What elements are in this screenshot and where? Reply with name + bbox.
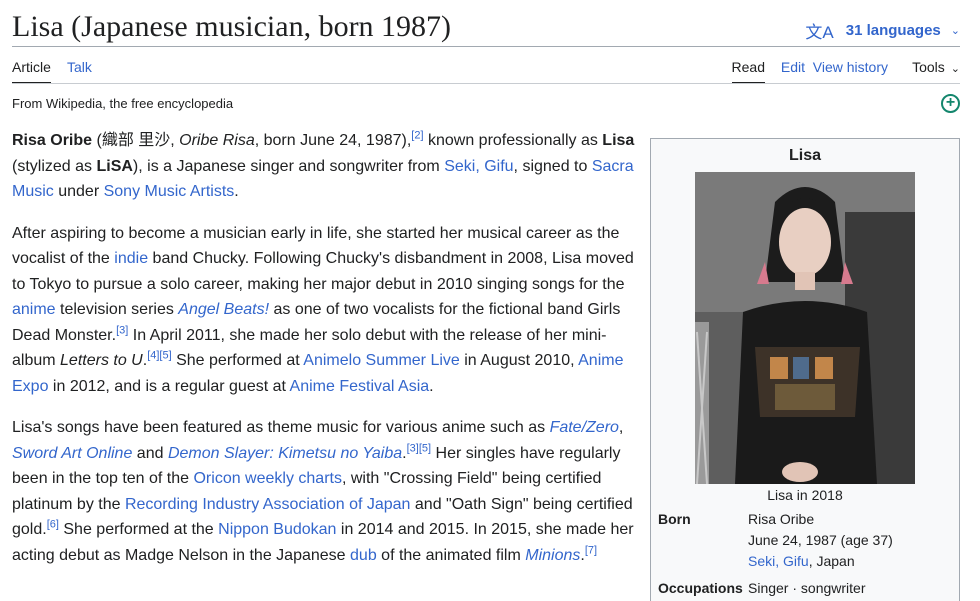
infobox-caption: Lisa in 2018 bbox=[767, 487, 843, 503]
text: She performed at bbox=[171, 352, 304, 369]
citation-link[interactable]: [3] bbox=[116, 324, 128, 336]
tagline: From Wikipedia, the free encyclopedia bbox=[12, 96, 234, 111]
link-sony-music-artists[interactable]: Sony Music Artists bbox=[104, 183, 235, 200]
title-row: Lisa (Japanese musician, born 1987) 文A 3… bbox=[12, 6, 960, 46]
text: , Japan bbox=[808, 553, 855, 569]
text: She performed at the bbox=[58, 521, 219, 538]
link-fate-zero[interactable]: Fate/Zero bbox=[550, 419, 619, 436]
translate-icon: 文A bbox=[805, 23, 834, 42]
citation-link[interactable]: [2] bbox=[411, 130, 423, 142]
page-title: Lisa (Japanese musician, born 1987) bbox=[12, 10, 452, 43]
link-nippon-budokan[interactable]: Nippon Budokan bbox=[218, 521, 336, 538]
text: , signed to bbox=[513, 157, 592, 175]
text: . bbox=[234, 183, 239, 200]
tab-tools[interactable]: Tools ⌄ bbox=[912, 59, 960, 75]
stylized-name: LiSA bbox=[96, 157, 133, 175]
languages-label: 31 languages bbox=[845, 22, 941, 39]
tab-read[interactable]: Read bbox=[731, 59, 766, 84]
link-animelo-summer-live[interactable]: Animelo Summer Live bbox=[303, 352, 460, 369]
album-title: Letters to U bbox=[60, 352, 143, 369]
paragraph-career: After aspiring to become a musician earl… bbox=[12, 221, 640, 400]
tab-edit[interactable]: Edit bbox=[781, 59, 805, 75]
link-minions[interactable]: Minions bbox=[525, 547, 580, 564]
link-anime[interactable]: anime bbox=[12, 301, 56, 318]
text: Lisa's songs have been featured as theme… bbox=[12, 419, 550, 436]
citation-link[interactable]: [6] bbox=[47, 519, 59, 531]
link-seki-gifu[interactable]: Seki, Gifu bbox=[444, 158, 513, 175]
text: (stylized as bbox=[12, 157, 97, 175]
portrait-image bbox=[695, 172, 915, 484]
page-tabs: Article Talk Read Edit View history Tool… bbox=[12, 56, 960, 84]
tab-talk[interactable]: Talk bbox=[67, 59, 92, 75]
infobox-title: Lisa bbox=[788, 147, 821, 164]
link-dub[interactable]: dub bbox=[350, 547, 377, 564]
text: television series bbox=[55, 301, 179, 318]
infobox: Lisa Lisa in 2018 Born Risa Oribe June 2… bbox=[650, 138, 960, 601]
infobox-photo[interactable] bbox=[695, 172, 915, 484]
citation-link[interactable]: [5] bbox=[159, 350, 171, 362]
subject-name: Risa Oribe bbox=[12, 132, 93, 149]
chevron-down-icon: ⌄ bbox=[950, 63, 960, 75]
link-seki-gifu[interactable]: Seki, Gifu bbox=[748, 553, 809, 569]
tabs-divider bbox=[12, 83, 960, 84]
occupations-label: Occupations bbox=[658, 580, 743, 596]
citation-link[interactable]: [3] bbox=[407, 442, 419, 454]
text: , bbox=[618, 419, 624, 436]
stage-name: Lisa bbox=[602, 132, 635, 149]
link-angel-beats[interactable]: Angel Beats! bbox=[178, 301, 269, 318]
text: in August 2010, bbox=[459, 352, 579, 369]
link-text: Fate/Zero bbox=[549, 419, 619, 436]
link-anime-festival-asia[interactable]: Anime Festival Asia bbox=[290, 378, 430, 395]
occupations-value: Singer · songwriter bbox=[748, 580, 866, 596]
link-text: Minions bbox=[525, 546, 581, 564]
paragraph-songs: Lisa's songs have been featured as theme… bbox=[12, 415, 640, 568]
born-place: Seki, Gifu, Japan bbox=[748, 551, 855, 572]
article-body: Risa Oribe (織部 里沙, Oribe Risa, born June… bbox=[12, 128, 640, 584]
citation-link[interactable]: [5] bbox=[419, 442, 431, 454]
text: known professionally as bbox=[423, 132, 603, 149]
link-indie[interactable]: indie bbox=[114, 250, 148, 267]
languages-button[interactable]: 文A 31 languages ⌄ bbox=[805, 18, 960, 43]
text: ), is a Japanese singer and songwriter f… bbox=[132, 157, 445, 175]
citation-link[interactable]: [4] bbox=[147, 350, 159, 362]
born-label: Born bbox=[658, 511, 691, 527]
born-name: Risa Oribe bbox=[748, 511, 815, 527]
romaji-name: Oribe Risa bbox=[179, 132, 255, 149]
text: in 2012, and is a regular guest at bbox=[48, 377, 290, 395]
text: of the animated film bbox=[376, 546, 526, 564]
born-date: June 24, 1987 (age 37) bbox=[748, 532, 893, 548]
link-oricon-weekly-charts[interactable]: Oricon weekly charts bbox=[193, 470, 342, 487]
tab-article[interactable]: Article bbox=[12, 59, 51, 84]
chevron-down-icon: ⌄ bbox=[950, 25, 960, 37]
add-circle-icon[interactable]: + bbox=[941, 94, 960, 113]
text: and bbox=[132, 444, 168, 462]
link-sword-art-online[interactable]: Sword Art Online bbox=[12, 445, 132, 462]
title-divider bbox=[12, 46, 960, 47]
native-name: (織部 里沙, bbox=[96, 132, 180, 149]
text: under bbox=[53, 183, 104, 200]
tab-view-history[interactable]: View history bbox=[813, 59, 888, 75]
link-demon-slayer[interactable]: Demon Slayer: Kimetsu no Yaiba bbox=[168, 445, 402, 462]
text: , born June 24, 1987), bbox=[254, 132, 412, 149]
link-text: Sword Art Online bbox=[12, 444, 133, 462]
citation-link[interactable]: [7] bbox=[585, 544, 597, 556]
link-riaj[interactable]: Recording Industry Association of Japan bbox=[125, 496, 411, 513]
link-text: Demon Slayer: Kimetsu no Yaiba bbox=[167, 444, 403, 462]
link-text: Angel Beats! bbox=[178, 301, 270, 318]
paragraph-intro: Risa Oribe (織部 里沙, Oribe Risa, born June… bbox=[12, 128, 640, 205]
tools-label: Tools bbox=[912, 59, 945, 75]
text: . bbox=[429, 377, 434, 395]
